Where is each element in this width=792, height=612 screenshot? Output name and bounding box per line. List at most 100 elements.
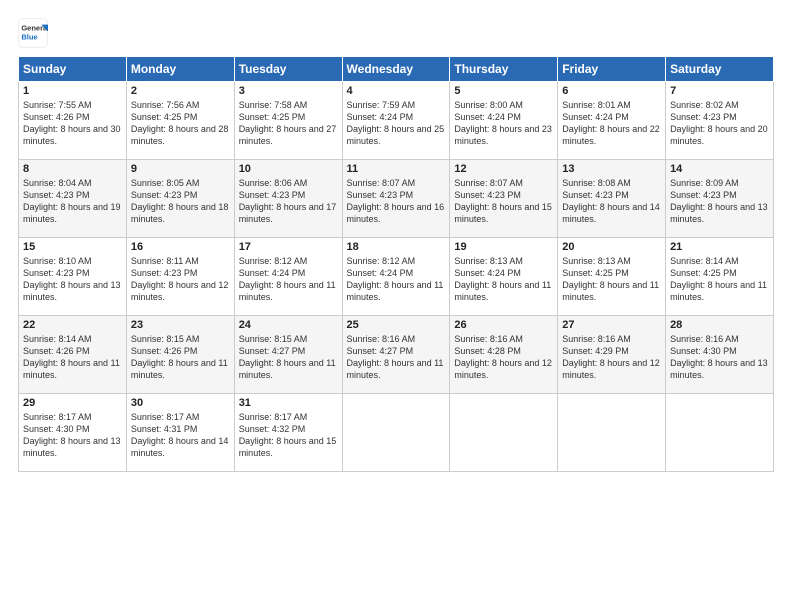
day-number: 4 (347, 85, 446, 97)
day-info: Sunrise: 8:02 AMSunset: 4:23 PMDaylight:… (670, 99, 769, 148)
day-number: 15 (23, 241, 122, 253)
calendar-cell: 14 Sunrise: 8:09 AMSunset: 4:23 PMDaylig… (666, 160, 774, 238)
calendar-cell: 27 Sunrise: 8:16 AMSunset: 4:29 PMDaylig… (558, 316, 666, 394)
header: General Blue (18, 18, 774, 48)
day-number: 14 (670, 163, 769, 175)
day-info: Sunrise: 8:16 AMSunset: 4:28 PMDaylight:… (454, 333, 553, 382)
calendar-header-saturday: Saturday (666, 57, 774, 82)
day-number: 13 (562, 163, 661, 175)
calendar-cell: 13 Sunrise: 8:08 AMSunset: 4:23 PMDaylig… (558, 160, 666, 238)
day-number: 28 (670, 319, 769, 331)
calendar-header-tuesday: Tuesday (234, 57, 342, 82)
day-number: 7 (670, 85, 769, 97)
day-info: Sunrise: 8:07 AMSunset: 4:23 PMDaylight:… (454, 177, 553, 226)
calendar-week-row: 1 Sunrise: 7:55 AMSunset: 4:26 PMDayligh… (19, 82, 774, 160)
day-info: Sunrise: 8:07 AMSunset: 4:23 PMDaylight:… (347, 177, 446, 226)
page: General Blue SundayMondayTuesdayWednesda… (0, 0, 792, 612)
calendar-cell: 21 Sunrise: 8:14 AMSunset: 4:25 PMDaylig… (666, 238, 774, 316)
day-number: 26 (454, 319, 553, 331)
calendar-header-friday: Friday (558, 57, 666, 82)
calendar-cell: 8 Sunrise: 8:04 AMSunset: 4:23 PMDayligh… (19, 160, 127, 238)
day-number: 25 (347, 319, 446, 331)
day-info: Sunrise: 8:06 AMSunset: 4:23 PMDaylight:… (239, 177, 338, 226)
calendar-cell: 20 Sunrise: 8:13 AMSunset: 4:25 PMDaylig… (558, 238, 666, 316)
logo: General Blue (18, 18, 54, 48)
day-info: Sunrise: 8:17 AMSunset: 4:31 PMDaylight:… (131, 411, 230, 460)
calendar-cell (342, 394, 450, 472)
calendar-cell: 18 Sunrise: 8:12 AMSunset: 4:24 PMDaylig… (342, 238, 450, 316)
calendar-cell: 31 Sunrise: 8:17 AMSunset: 4:32 PMDaylig… (234, 394, 342, 472)
calendar-cell: 26 Sunrise: 8:16 AMSunset: 4:28 PMDaylig… (450, 316, 558, 394)
day-info: Sunrise: 7:58 AMSunset: 4:25 PMDaylight:… (239, 99, 338, 148)
calendar-cell: 11 Sunrise: 8:07 AMSunset: 4:23 PMDaylig… (342, 160, 450, 238)
calendar-cell: 1 Sunrise: 7:55 AMSunset: 4:26 PMDayligh… (19, 82, 127, 160)
day-info: Sunrise: 8:10 AMSunset: 4:23 PMDaylight:… (23, 255, 122, 304)
day-info: Sunrise: 8:16 AMSunset: 4:30 PMDaylight:… (670, 333, 769, 382)
calendar-cell (558, 394, 666, 472)
day-number: 17 (239, 241, 338, 253)
day-number: 31 (239, 397, 338, 409)
day-info: Sunrise: 8:12 AMSunset: 4:24 PMDaylight:… (239, 255, 338, 304)
calendar-cell: 7 Sunrise: 8:02 AMSunset: 4:23 PMDayligh… (666, 82, 774, 160)
calendar-week-row: 8 Sunrise: 8:04 AMSunset: 4:23 PMDayligh… (19, 160, 774, 238)
calendar-cell (450, 394, 558, 472)
day-info: Sunrise: 8:14 AMSunset: 4:26 PMDaylight:… (23, 333, 122, 382)
calendar-cell: 28 Sunrise: 8:16 AMSunset: 4:30 PMDaylig… (666, 316, 774, 394)
calendar-header-sunday: Sunday (19, 57, 127, 82)
calendar-header-thursday: Thursday (450, 57, 558, 82)
day-info: Sunrise: 8:12 AMSunset: 4:24 PMDaylight:… (347, 255, 446, 304)
calendar-cell: 10 Sunrise: 8:06 AMSunset: 4:23 PMDaylig… (234, 160, 342, 238)
day-info: Sunrise: 8:04 AMSunset: 4:23 PMDaylight:… (23, 177, 122, 226)
calendar-week-row: 29 Sunrise: 8:17 AMSunset: 4:30 PMDaylig… (19, 394, 774, 472)
svg-text:Blue: Blue (21, 33, 37, 42)
day-number: 9 (131, 163, 230, 175)
day-info: Sunrise: 8:13 AMSunset: 4:24 PMDaylight:… (454, 255, 553, 304)
calendar-week-row: 15 Sunrise: 8:10 AMSunset: 4:23 PMDaylig… (19, 238, 774, 316)
day-number: 24 (239, 319, 338, 331)
day-info: Sunrise: 8:13 AMSunset: 4:25 PMDaylight:… (562, 255, 661, 304)
day-number: 2 (131, 85, 230, 97)
calendar-header-row: SundayMondayTuesdayWednesdayThursdayFrid… (19, 57, 774, 82)
day-info: Sunrise: 7:56 AMSunset: 4:25 PMDaylight:… (131, 99, 230, 148)
calendar-cell (666, 394, 774, 472)
day-info: Sunrise: 8:01 AMSunset: 4:24 PMDaylight:… (562, 99, 661, 148)
day-info: Sunrise: 7:59 AMSunset: 4:24 PMDaylight:… (347, 99, 446, 148)
day-number: 5 (454, 85, 553, 97)
day-number: 21 (670, 241, 769, 253)
day-number: 10 (239, 163, 338, 175)
calendar-cell: 3 Sunrise: 7:58 AMSunset: 4:25 PMDayligh… (234, 82, 342, 160)
calendar-cell: 25 Sunrise: 8:16 AMSunset: 4:27 PMDaylig… (342, 316, 450, 394)
day-number: 18 (347, 241, 446, 253)
day-number: 6 (562, 85, 661, 97)
calendar-cell: 6 Sunrise: 8:01 AMSunset: 4:24 PMDayligh… (558, 82, 666, 160)
day-number: 30 (131, 397, 230, 409)
day-number: 12 (454, 163, 553, 175)
day-number: 22 (23, 319, 122, 331)
calendar-cell: 16 Sunrise: 8:11 AMSunset: 4:23 PMDaylig… (126, 238, 234, 316)
day-info: Sunrise: 8:15 AMSunset: 4:27 PMDaylight:… (239, 333, 338, 382)
day-number: 8 (23, 163, 122, 175)
day-number: 1 (23, 85, 122, 97)
calendar-cell: 5 Sunrise: 8:00 AMSunset: 4:24 PMDayligh… (450, 82, 558, 160)
calendar-cell: 19 Sunrise: 8:13 AMSunset: 4:24 PMDaylig… (450, 238, 558, 316)
day-info: Sunrise: 8:05 AMSunset: 4:23 PMDaylight:… (131, 177, 230, 226)
day-info: Sunrise: 7:55 AMSunset: 4:26 PMDaylight:… (23, 99, 122, 148)
day-number: 29 (23, 397, 122, 409)
day-info: Sunrise: 8:11 AMSunset: 4:23 PMDaylight:… (131, 255, 230, 304)
day-info: Sunrise: 8:17 AMSunset: 4:30 PMDaylight:… (23, 411, 122, 460)
calendar-header-wednesday: Wednesday (342, 57, 450, 82)
calendar-table: SundayMondayTuesdayWednesdayThursdayFrid… (18, 56, 774, 472)
day-number: 27 (562, 319, 661, 331)
day-number: 19 (454, 241, 553, 253)
calendar-cell: 15 Sunrise: 8:10 AMSunset: 4:23 PMDaylig… (19, 238, 127, 316)
calendar-cell: 22 Sunrise: 8:14 AMSunset: 4:26 PMDaylig… (19, 316, 127, 394)
day-info: Sunrise: 8:08 AMSunset: 4:23 PMDaylight:… (562, 177, 661, 226)
day-info: Sunrise: 8:15 AMSunset: 4:26 PMDaylight:… (131, 333, 230, 382)
calendar-cell: 12 Sunrise: 8:07 AMSunset: 4:23 PMDaylig… (450, 160, 558, 238)
calendar-week-row: 22 Sunrise: 8:14 AMSunset: 4:26 PMDaylig… (19, 316, 774, 394)
logo-icon: General Blue (18, 18, 48, 48)
calendar-cell: 23 Sunrise: 8:15 AMSunset: 4:26 PMDaylig… (126, 316, 234, 394)
day-info: Sunrise: 8:14 AMSunset: 4:25 PMDaylight:… (670, 255, 769, 304)
calendar-cell: 4 Sunrise: 7:59 AMSunset: 4:24 PMDayligh… (342, 82, 450, 160)
day-info: Sunrise: 8:00 AMSunset: 4:24 PMDaylight:… (454, 99, 553, 148)
